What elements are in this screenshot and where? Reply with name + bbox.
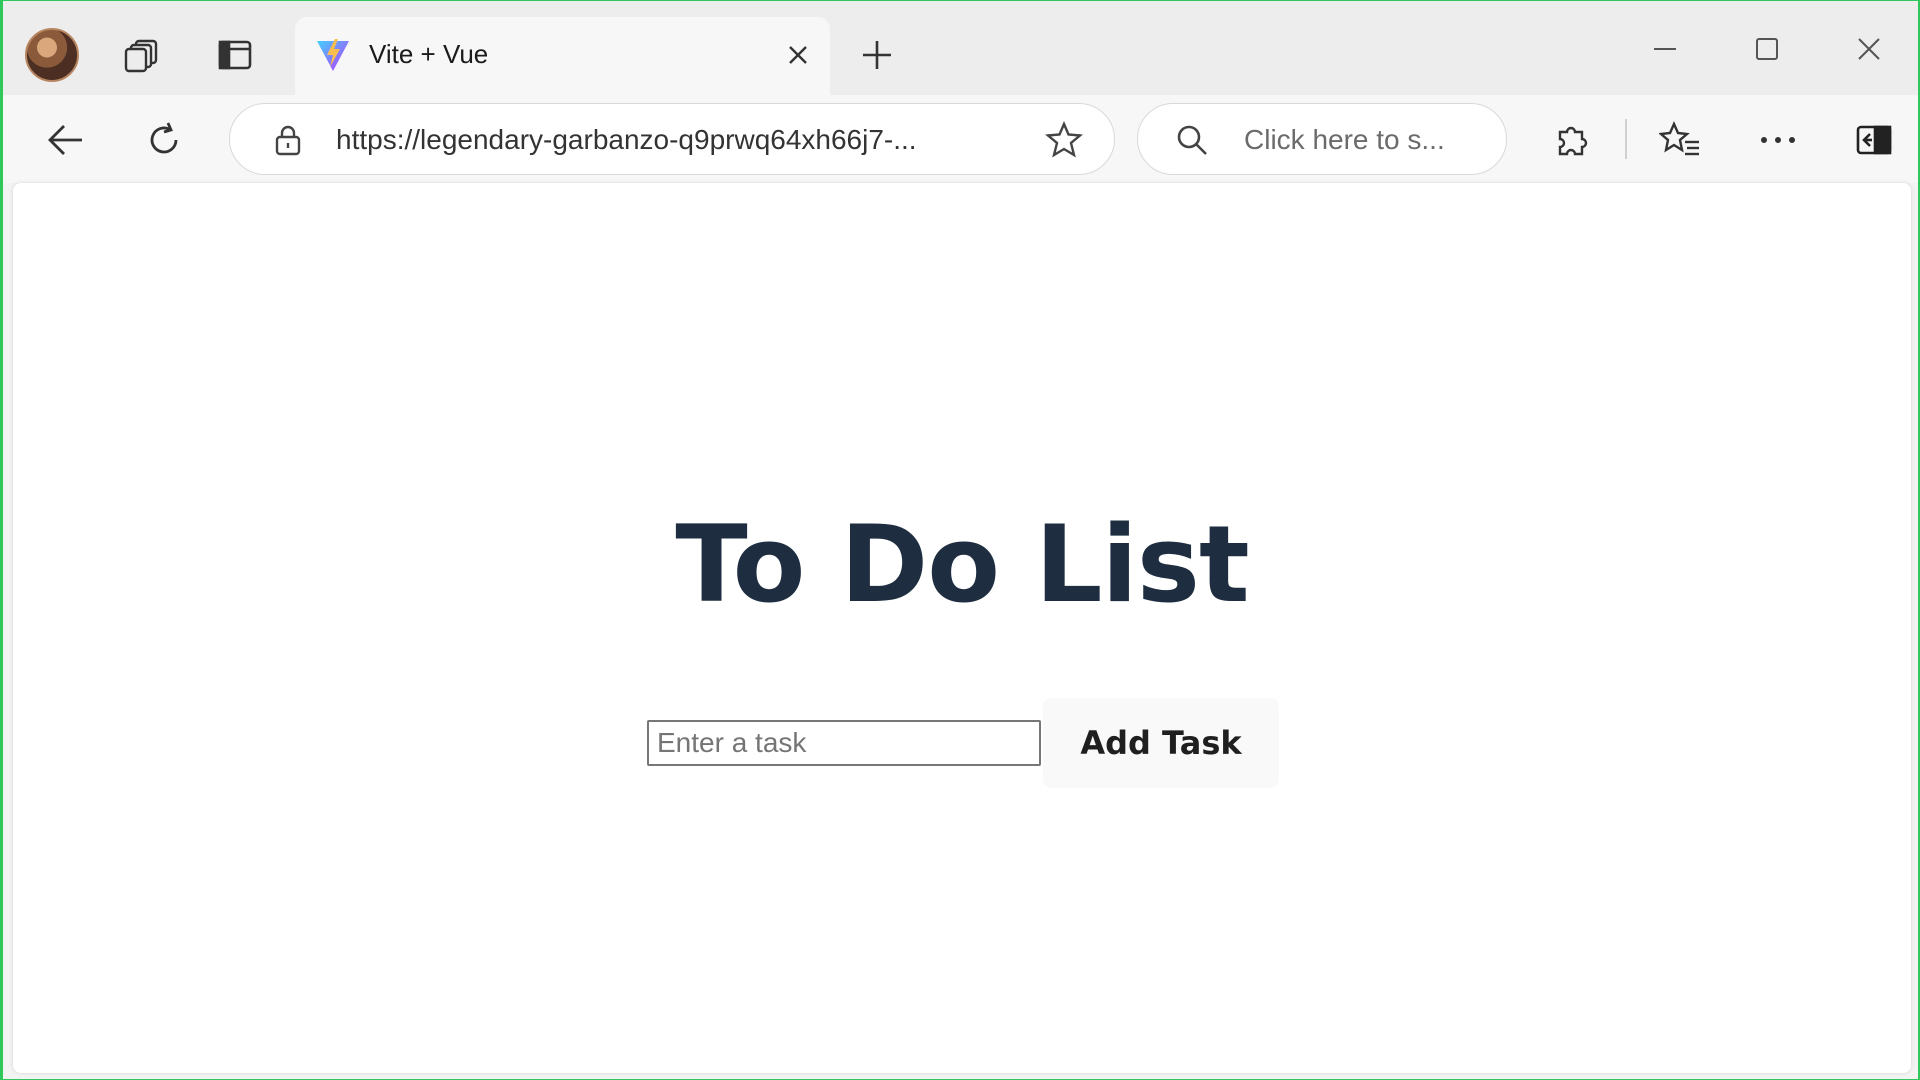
search-icon	[1174, 122, 1210, 158]
window-close-icon[interactable]	[1849, 29, 1889, 69]
workspaces-icon[interactable]	[120, 33, 164, 77]
vite-favicon-icon	[315, 37, 351, 73]
url-text[interactable]: https://legendary-garbanzo-q9prwq64xh66j…	[336, 124, 1026, 156]
tab-vite-vue[interactable]: Vite + Vue	[295, 17, 830, 95]
toolbar-divider	[1625, 119, 1627, 159]
browser-toolbar: https://legendary-garbanzo-q9prwq64xh66j…	[3, 95, 1918, 183]
maximize-icon[interactable]	[1747, 29, 1787, 69]
tab-strip: Vite + Vue	[3, 1, 1918, 95]
plus-icon	[863, 41, 891, 69]
task-entry-row: Add Task	[647, 698, 1279, 788]
lock-icon[interactable]	[270, 122, 306, 158]
vertical-tabs-icon[interactable]	[213, 33, 257, 77]
browser-window: Vite + Vue https://legendary-garbanzo-q9…	[0, 0, 1920, 1080]
close-icon[interactable]	[784, 41, 812, 69]
more-icon[interactable]	[1753, 115, 1803, 165]
search-placeholder: Click here to s...	[1244, 124, 1445, 155]
favorites-icon[interactable]	[1655, 115, 1705, 165]
new-tab-button[interactable]	[855, 33, 899, 77]
star-icon[interactable]	[1044, 120, 1084, 160]
search-box[interactable]: Click here to s...	[1137, 103, 1507, 175]
refresh-icon[interactable]	[139, 115, 189, 165]
sidebar-icon[interactable]	[1849, 115, 1899, 165]
tab-title: Vite + Vue	[369, 39, 489, 69]
page-content: To Do List Add Task	[13, 183, 1911, 1073]
add-task-button[interactable]: Add Task	[1043, 698, 1279, 788]
profile-avatar[interactable]	[25, 28, 79, 82]
address-bar[interactable]: https://legendary-garbanzo-q9prwq64xh66j…	[229, 103, 1115, 175]
page-title: To Do List	[675, 503, 1249, 626]
task-input[interactable]	[647, 720, 1041, 766]
extensions-icon[interactable]	[1547, 115, 1597, 165]
back-arrow-icon[interactable]	[41, 115, 91, 165]
minimize-icon[interactable]	[1645, 29, 1685, 69]
